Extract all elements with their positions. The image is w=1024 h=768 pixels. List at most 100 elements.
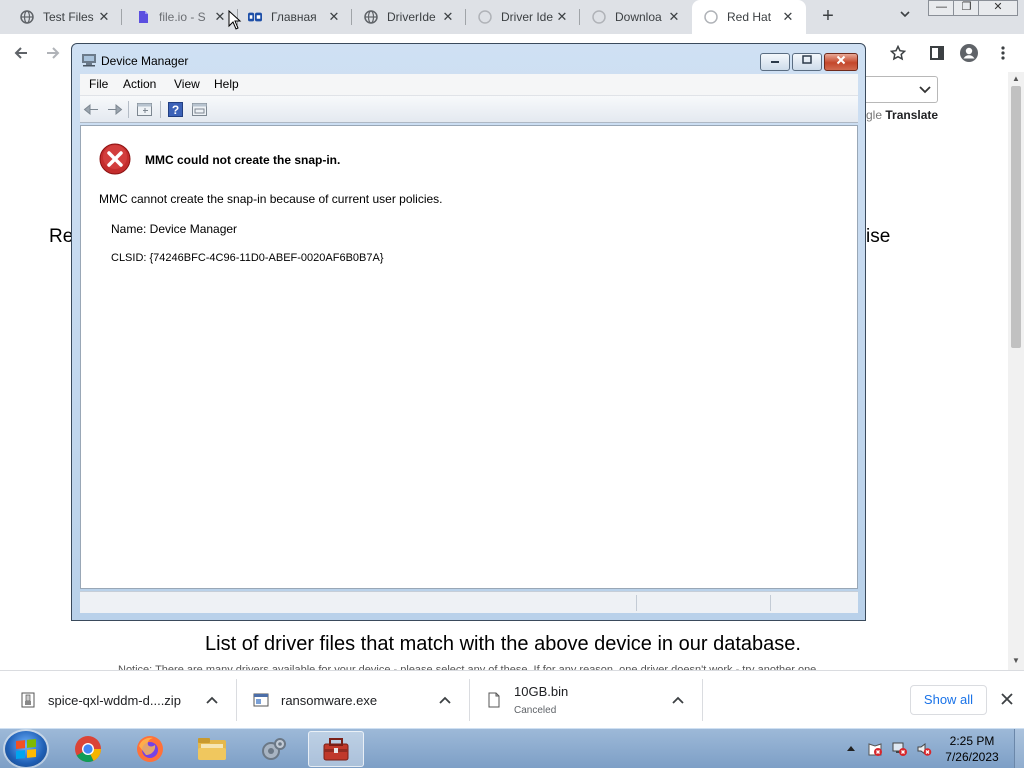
gears-icon [262, 738, 286, 760]
download-name: ransomware.exe [281, 692, 378, 708]
tab-driveride-1[interactable]: DriverIde ✕ [352, 0, 466, 34]
taskbar-device-manager[interactable] [308, 731, 364, 767]
forward-button[interactable] [42, 42, 64, 64]
help-icon[interactable]: ? [167, 101, 184, 118]
tab-close-button[interactable]: ✕ [212, 9, 228, 25]
fileio-icon [136, 10, 150, 24]
bookmark-star-icon[interactable] [887, 42, 909, 64]
download-name: 10GB.bin [514, 684, 569, 699]
tab-close-button[interactable]: ✕ [554, 9, 570, 25]
driverpack-icon [248, 10, 262, 24]
page-heading-fragment-right: ise [866, 226, 891, 247]
download-options-chevron-icon[interactable] [671, 693, 685, 707]
window-minimize-button[interactable]: — [928, 0, 955, 16]
scroll-up-arrow-icon[interactable]: ▲ [1010, 74, 1022, 83]
download-separator [236, 679, 237, 721]
tab-close-button[interactable]: ✕ [96, 9, 112, 25]
tab-file-io[interactable]: file.io - S ✕ [122, 0, 238, 34]
download-options-chevron-icon[interactable] [205, 693, 219, 707]
error-name-line: Name: Device Manager [111, 222, 238, 236]
globe-icon [20, 10, 34, 24]
window-restore-button[interactable]: ❐ [953, 0, 980, 16]
tab-close-button[interactable]: ✕ [666, 9, 682, 25]
window-close-button[interactable]: ✕ [978, 0, 1018, 16]
download-separator [469, 679, 470, 721]
new-tab-button[interactable]: + [818, 6, 838, 26]
tab-red-hat[interactable]: Red Hat ✕ [692, 0, 806, 34]
globe-icon [592, 10, 606, 24]
exe-file-icon [253, 692, 269, 708]
tab-driveride-2[interactable]: Driver Ide ✕ [466, 0, 580, 34]
dm-close-button[interactable] [824, 53, 858, 71]
error-title: MMC could not create the snap-in. [145, 153, 341, 167]
clock-time: 2:25 PM [949, 734, 995, 748]
globe-icon [704, 10, 718, 24]
profile-avatar-icon[interactable] [958, 42, 980, 64]
taskbar-file-explorer[interactable] [184, 731, 240, 767]
download-options-chevron-icon[interactable] [438, 693, 452, 707]
tab-close-button[interactable]: ✕ [326, 9, 342, 25]
toolbar-separator [128, 101, 129, 118]
tab-download[interactable]: Downloa ✕ [580, 0, 692, 34]
back-arrow-icon[interactable] [83, 101, 100, 118]
download-shelf-close-icon[interactable] [998, 690, 1016, 708]
scroll-down-arrow-icon[interactable]: ▼ [1010, 656, 1022, 665]
device-manager-toolbar: ? [80, 96, 858, 123]
show-desktop-button[interactable] [1014, 729, 1024, 768]
side-panel-icon[interactable] [926, 42, 948, 64]
globe-icon [478, 10, 492, 24]
tray-expand-icon[interactable] [846, 743, 856, 755]
translate-label: Translate [885, 108, 939, 122]
download-item-spice-zip[interactable]: spice-qxl-wddm-d....zip [20, 671, 237, 729]
dm-maximize-button[interactable] [792, 53, 822, 71]
dm-minimize-button[interactable] [760, 53, 790, 71]
tab-search-icon[interactable] [896, 8, 914, 26]
browser-tab-strip: Test Files ✕ file.io - S ✕ Главная ✕ Dri… [0, 0, 1024, 34]
taskbar-chrome[interactable] [60, 731, 116, 767]
folder-icon [198, 738, 226, 760]
windows-logo-icon [16, 738, 36, 760]
error-message: MMC cannot create the snap-in because of… [99, 192, 443, 206]
tab-close-button[interactable]: ✕ [440, 9, 456, 25]
menu-help[interactable]: Help [214, 77, 239, 91]
taskbar-system-settings[interactable] [246, 731, 302, 767]
forward-arrow-icon[interactable] [106, 101, 123, 118]
network-icon[interactable] [892, 741, 908, 760]
google-translate-link[interactable]: gle Translate [866, 108, 938, 122]
device-manager-title: Device Manager [101, 54, 189, 68]
download-item-10gb-bin[interactable]: 10GB.bin Canceled [486, 671, 703, 729]
action-center-icon[interactable] [867, 741, 883, 760]
download-text-group: 10GB.bin Canceled [514, 684, 568, 716]
taskbar-firefox[interactable] [122, 731, 178, 767]
globe-icon [364, 10, 378, 24]
firefox-icon [137, 736, 163, 762]
tab-test-files[interactable]: Test Files ✕ [0, 0, 122, 34]
console-tree-icon[interactable] [136, 101, 153, 118]
properties-pane-icon[interactable] [191, 101, 208, 118]
download-status: Canceled [514, 705, 557, 716]
page-scrollbar-thumb[interactable] [1011, 86, 1021, 348]
start-button[interactable] [5, 731, 47, 767]
download-item-ransomware[interactable]: ransomware.exe [253, 671, 470, 729]
clock-date: 7/26/2023 [945, 750, 999, 764]
menu-view[interactable]: View [174, 77, 200, 91]
mouse-cursor-icon [228, 9, 242, 30]
menu-file[interactable]: File [89, 77, 108, 91]
menu-action[interactable]: Action [123, 77, 156, 91]
toolbar-separator [160, 101, 161, 118]
tab-glavnaya[interactable]: Главная ✕ [238, 0, 352, 34]
tab-close-button[interactable]: ✕ [780, 9, 796, 25]
generic-file-icon [486, 692, 502, 708]
svg-text:?: ? [172, 103, 179, 117]
download-separator [702, 679, 703, 721]
device-manager-content: MMC could not create the snap-in. MMC ca… [80, 125, 858, 589]
back-button[interactable] [10, 42, 32, 64]
toolbox-icon [323, 738, 349, 761]
device-manager-titlebar[interactable]: Device Manager [72, 44, 865, 74]
language-select[interactable] [862, 76, 938, 103]
chrome-menu-icon[interactable] [992, 42, 1014, 64]
status-separator [770, 595, 771, 611]
taskbar-clock[interactable]: 2:25 PM 7/26/2023 [936, 733, 1008, 765]
volume-icon[interactable] [916, 741, 932, 760]
show-all-downloads-button[interactable]: Show all [910, 685, 987, 715]
